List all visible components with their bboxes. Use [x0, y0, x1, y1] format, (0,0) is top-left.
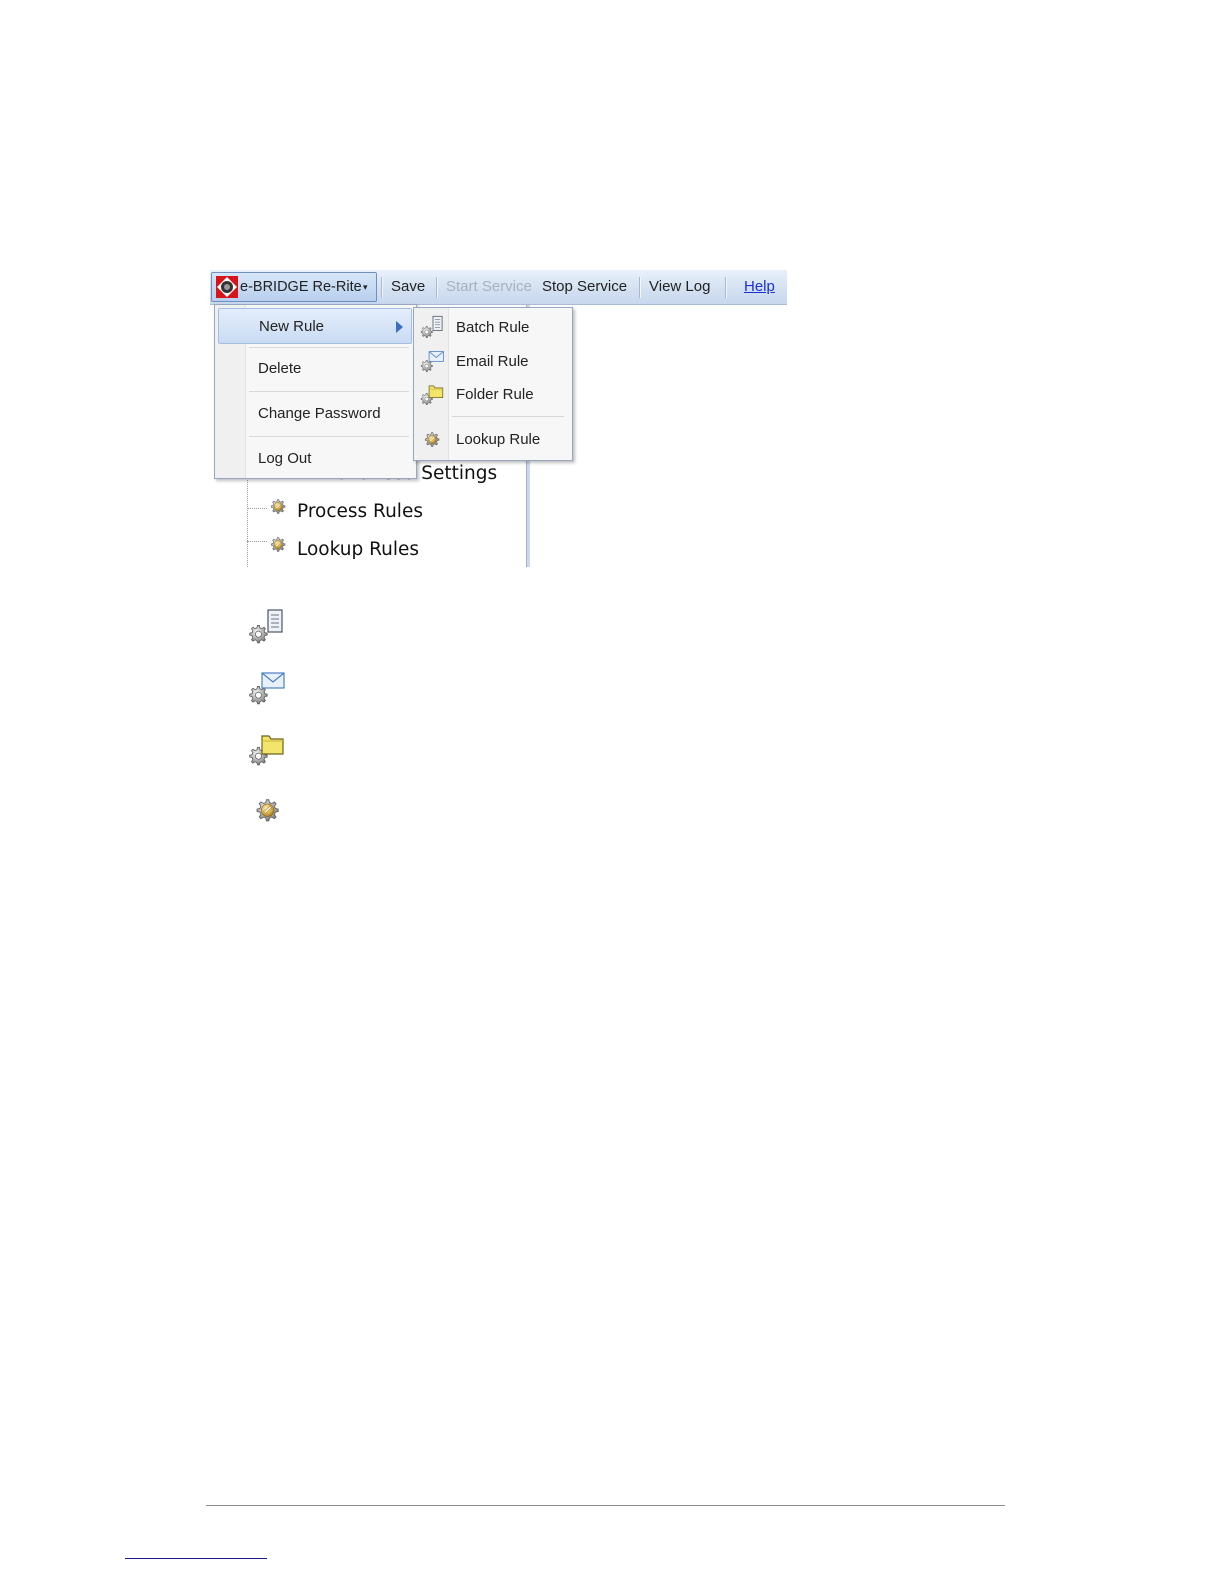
- menu-item-log-out[interactable]: Log Out: [218, 441, 412, 477]
- menu-item-label: Change Password: [258, 405, 381, 422]
- lookup-rules-gear-icon: [266, 532, 292, 558]
- tree-connector: [247, 508, 267, 509]
- submenu-item-lookup-rule[interactable]: Lookup Rule: [416, 424, 568, 456]
- save-button[interactable]: Save: [391, 270, 425, 304]
- batch-rule-icon: [248, 608, 288, 648]
- process-rules-gear-icon: [266, 494, 292, 520]
- tree-item-process-rules[interactable]: Process Rules: [297, 501, 423, 522]
- ebridge-logo-icon: [216, 276, 238, 298]
- menu-separator: [249, 391, 409, 392]
- toolbar-divider: [381, 277, 382, 298]
- batch-rule-icon: [420, 315, 446, 341]
- app-dropdown-menu: New Rule Delete Change Password Log Out: [214, 304, 417, 479]
- lookup-rule-icon: [420, 427, 446, 453]
- submenu-item-folder-rule[interactable]: Folder Rule: [416, 379, 568, 411]
- email-rule-icon: [420, 349, 446, 375]
- folder-rule-icon: [248, 730, 288, 770]
- submenu-item-label: Folder Rule: [456, 386, 534, 403]
- tree-connector: [247, 541, 267, 542]
- submenu-item-email-rule[interactable]: Email Rule: [416, 346, 568, 378]
- footnote-divider: [125, 1558, 267, 1559]
- menu-item-label: Log Out: [258, 450, 312, 467]
- toolbar: e-BRIDGE Re-Rite ▾ Save Start Service St…: [210, 270, 787, 305]
- toolbar-divider: [725, 277, 726, 298]
- toolbar-divider: [436, 277, 437, 298]
- submenu-item-label: Batch Rule: [456, 319, 530, 336]
- menu-item-label: New Rule: [259, 318, 325, 335]
- start-service-button[interactable]: Start Service: [446, 270, 532, 304]
- new-rule-submenu: Batch Rule Email Rule Folder Rule Lookup…: [413, 307, 573, 461]
- menu-separator: [249, 436, 409, 437]
- view-log-button[interactable]: View Log: [649, 270, 710, 304]
- submenu-arrow-icon: [396, 321, 403, 333]
- submenu-item-label: Lookup Rule: [456, 431, 541, 448]
- menu-item-change-password[interactable]: Change Password: [218, 396, 412, 432]
- help-link[interactable]: Help: [744, 270, 775, 304]
- menu-separator: [249, 347, 409, 348]
- folder-rule-icon: [420, 382, 446, 408]
- submenu-item-batch-rule[interactable]: Batch Rule: [416, 312, 568, 344]
- lookup-rule-icon: [249, 791, 289, 831]
- tree-item-lookup-rules[interactable]: Lookup Rules: [297, 539, 419, 560]
- stop-service-button[interactable]: Stop Service: [542, 270, 627, 304]
- toolbar-divider: [639, 277, 640, 298]
- submenu-item-label: Email Rule: [456, 353, 529, 370]
- menu-item-new-rule[interactable]: New Rule: [218, 308, 412, 344]
- email-rule-icon: [248, 669, 288, 709]
- app-name: e-BRIDGE Re-Rite: [240, 279, 362, 295]
- app-screenshot: Advanced Settings Process Rules Lookup R…: [210, 270, 787, 567]
- footer-divider: [206, 1505, 1005, 1506]
- app-menu-button[interactable]: e-BRIDGE Re-Rite ▾: [211, 272, 377, 302]
- menu-separator: [452, 416, 564, 417]
- menu-item-label: Delete: [258, 360, 302, 377]
- menu-item-delete[interactable]: Delete: [218, 351, 412, 387]
- chevron-down-icon: ▾: [363, 282, 368, 292]
